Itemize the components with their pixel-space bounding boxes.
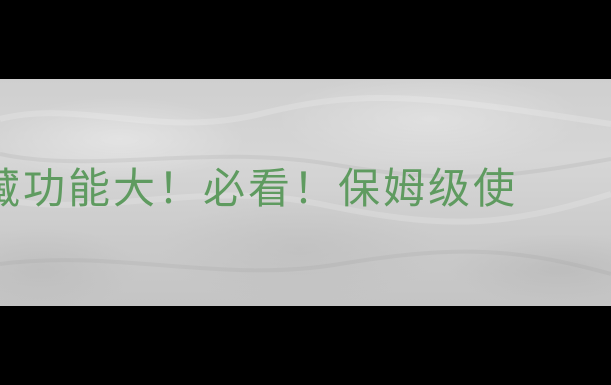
headline-text: 藏功能大！必看！保姆级使 <box>0 164 519 213</box>
title-banner: 藏功能大！必看！保姆级使 <box>0 79 611 306</box>
video-frame: 藏功能大！必看！保姆级使 <box>0 0 611 385</box>
